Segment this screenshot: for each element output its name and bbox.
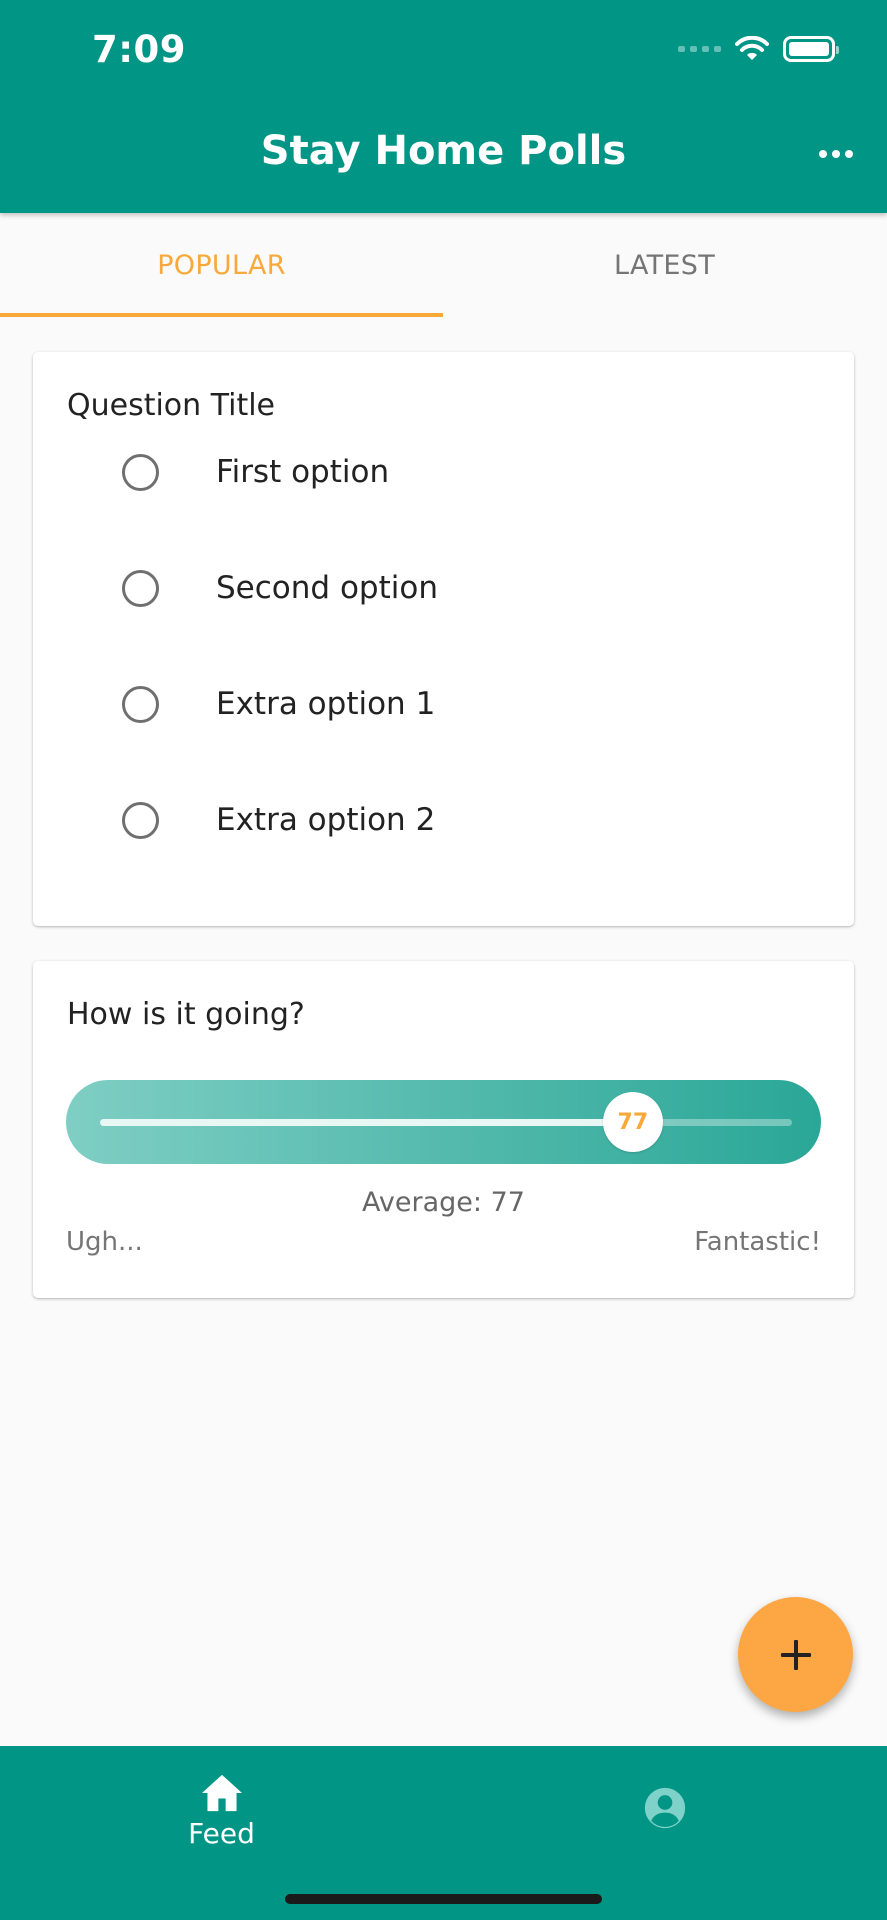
app-bar: 7:09 Stay Home Polls (0, 0, 887, 213)
poll-card: Question Title First option Second optio… (33, 352, 854, 926)
home-indicator (285, 1894, 602, 1904)
tab-bar: POPULAR LATEST (0, 213, 887, 317)
slider-track[interactable]: 77 (100, 1092, 792, 1152)
average-text: Average: 77 (362, 1187, 525, 1218)
rating-card: How is it going? 77 Average: 77 Ugh... F… (33, 961, 854, 1298)
radio-button[interactable] (122, 801, 159, 839)
radio-button[interactable] (122, 685, 159, 723)
plus-icon (780, 1639, 811, 1670)
rating-slider[interactable]: 77 (66, 1080, 821, 1164)
option-label: First option (216, 454, 390, 490)
option-label: Second option (216, 570, 438, 606)
more-options-icon[interactable] (819, 150, 853, 158)
wifi-icon (735, 36, 769, 60)
cellular-signal-icon (678, 46, 721, 52)
nav-item-feed[interactable]: Feed (0, 1746, 443, 1876)
poll-option-4[interactable]: Extra option 2 (33, 762, 854, 878)
poll-option-1[interactable]: First option (33, 414, 854, 530)
app-title: Stay Home Polls (260, 128, 627, 174)
battery-icon (783, 36, 839, 62)
status-time: 7:09 (92, 28, 187, 71)
radio-button[interactable] (122, 569, 159, 607)
slider-active-track (100, 1119, 633, 1126)
poll-option-2[interactable]: Second option (33, 530, 854, 646)
tab-latest[interactable]: LATEST (443, 213, 886, 317)
radio-button[interactable] (122, 453, 159, 491)
nav-label-feed: Feed (188, 1816, 255, 1850)
slider-min-label: Ugh... (66, 1227, 143, 1257)
slider-max-label: Fantastic! (694, 1227, 821, 1257)
home-icon (201, 1774, 242, 1811)
rating-question-title: How is it going? (67, 997, 305, 1032)
account-icon (644, 1787, 685, 1829)
option-label: Extra option 2 (216, 802, 436, 838)
tab-popular[interactable]: POPULAR (0, 213, 443, 317)
status-icons (678, 36, 839, 62)
poll-option-3[interactable]: Extra option 1 (33, 646, 854, 762)
add-poll-button[interactable] (738, 1597, 853, 1712)
option-label: Extra option 1 (216, 686, 436, 722)
slider-thumb[interactable]: 77 (602, 1092, 663, 1152)
nav-item-profile[interactable] (443, 1746, 886, 1876)
tab-indicator (0, 313, 443, 317)
